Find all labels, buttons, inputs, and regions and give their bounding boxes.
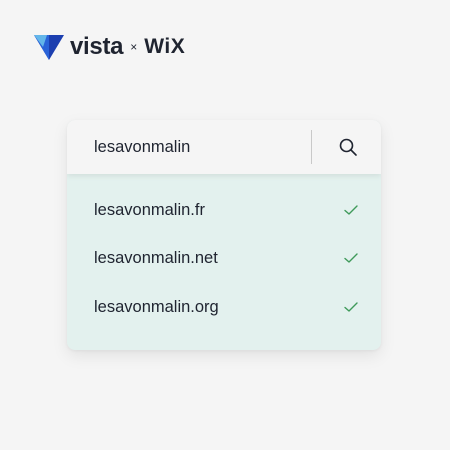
domain-result-row[interactable]: lesavonmalin.org xyxy=(67,287,381,327)
check-icon xyxy=(344,253,358,263)
domain-name: lesavonmalin.org xyxy=(94,298,219,316)
brand-separator: × xyxy=(130,40,138,54)
search-bar xyxy=(67,120,381,174)
domain-search-input[interactable] xyxy=(94,120,294,174)
domain-name: lesavonmalin.net xyxy=(94,249,218,267)
domain-result-row[interactable]: lesavonmalin.fr xyxy=(67,190,381,230)
search-button[interactable] xyxy=(335,134,361,160)
search-icon xyxy=(339,138,357,156)
brand-wix-text: WiX xyxy=(144,35,186,58)
vista-logo-icon xyxy=(34,33,64,61)
brand-header: vista × WiX xyxy=(34,33,185,61)
domain-result-row[interactable]: lesavonmalin.net xyxy=(67,238,381,278)
domain-search-card: lesavonmalin.fr lesavonmalin.net lesavon… xyxy=(67,120,381,350)
brand-vista-text: vista xyxy=(70,33,124,60)
domain-name: lesavonmalin.fr xyxy=(94,201,205,219)
check-icon xyxy=(344,302,358,312)
search-divider xyxy=(311,130,312,164)
page: vista × WiX lesavonmalin.fr lesavon xyxy=(0,0,450,450)
check-icon xyxy=(344,205,358,215)
